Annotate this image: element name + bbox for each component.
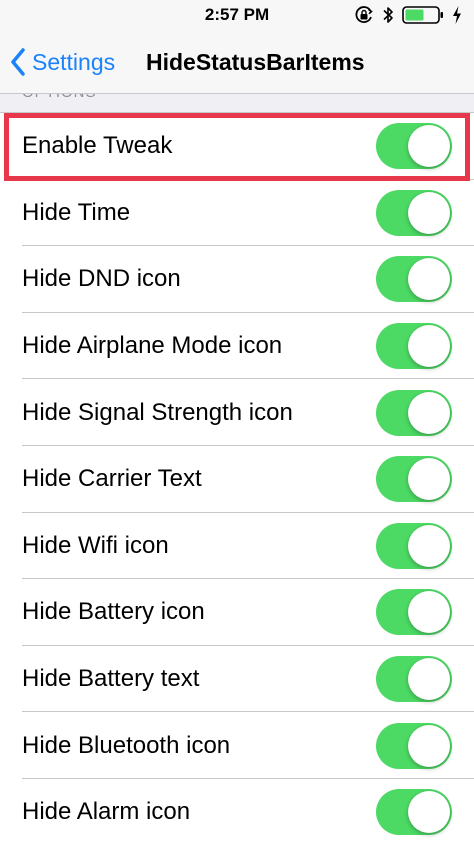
- row-label: Hide Airplane Mode icon: [22, 332, 283, 360]
- table-row: Hide Airplane Mode icon: [0, 312, 474, 380]
- switch-knob: [408, 391, 450, 434]
- bluetooth-icon: [383, 7, 393, 23]
- table-row: Hide Alarm icon: [0, 778, 474, 841]
- chevron-left-icon: [11, 48, 25, 76]
- switch-knob: [408, 125, 450, 168]
- row-label: Enable Tweak: [22, 132, 173, 160]
- table-row: Enable Tweak: [0, 113, 474, 180]
- table-row: Hide Bluetooth icon: [0, 712, 474, 779]
- switch-knob: [408, 325, 450, 368]
- switch-knob: [408, 524, 450, 567]
- switch-knob: [408, 258, 450, 301]
- row-label: Hide Battery text: [22, 665, 200, 693]
- switch-knob: [408, 191, 450, 234]
- status-icons: [354, 5, 462, 25]
- battery-icon: [402, 6, 443, 24]
- navigation-bar: Settings HideStatusBarItems: [0, 30, 474, 94]
- status-bar: 2:57 PM: [0, 0, 474, 30]
- toggle-switch[interactable]: [376, 256, 452, 303]
- switch-knob: [408, 724, 450, 767]
- table-row: Hide Wifi icon: [0, 512, 474, 580]
- table-row: Hide DND icon: [0, 246, 474, 313]
- row-label: Hide Alarm icon: [22, 798, 191, 826]
- table-row: Hide Battery icon: [0, 579, 474, 646]
- table-row: Hide Battery text: [0, 645, 474, 713]
- switch-knob: [408, 791, 450, 834]
- row-label: Hide Battery icon: [22, 598, 205, 626]
- toggle-switch[interactable]: [376, 456, 452, 503]
- toggle-switch[interactable]: [376, 189, 452, 236]
- switch-knob: [408, 458, 450, 501]
- row-label: Hide Time: [22, 198, 131, 226]
- back-label: Settings: [32, 48, 116, 75]
- toggle-switch[interactable]: [376, 389, 452, 436]
- row-label: Hide Wifi icon: [22, 531, 169, 559]
- table-row: Hide Time: [0, 179, 474, 247]
- toggle-switch[interactable]: [376, 123, 452, 170]
- switch-knob: [408, 658, 450, 701]
- toggle-switch[interactable]: [376, 522, 452, 569]
- toggle-switch[interactable]: [376, 323, 452, 370]
- options-list: Enable Tweak Hide Time Hide DND icon Hid…: [0, 112, 474, 841]
- toggle-switch[interactable]: [376, 589, 452, 636]
- table-row: Hide Signal Strength icon: [0, 379, 474, 446]
- toggle-switch[interactable]: [376, 656, 452, 703]
- toggle-switch[interactable]: [376, 789, 452, 836]
- table-row: Hide Carrier Text: [0, 445, 474, 513]
- charging-bolt-icon: [453, 6, 461, 24]
- row-label: Hide Carrier Text: [22, 465, 202, 493]
- page-title: HideStatusBarItems: [146, 49, 365, 75]
- orientation-lock-icon: [355, 6, 373, 23]
- back-button[interactable]: Settings: [10, 46, 115, 78]
- row-label: Hide Signal Strength icon: [22, 398, 293, 426]
- toggle-switch[interactable]: [376, 722, 452, 769]
- switch-knob: [408, 591, 450, 634]
- row-label: Hide Bluetooth icon: [22, 731, 231, 759]
- row-label: Hide DND icon: [22, 265, 181, 293]
- settings-screen: OPTIONS Enable Tweak Hide Time Hide DND …: [0, 0, 474, 841]
